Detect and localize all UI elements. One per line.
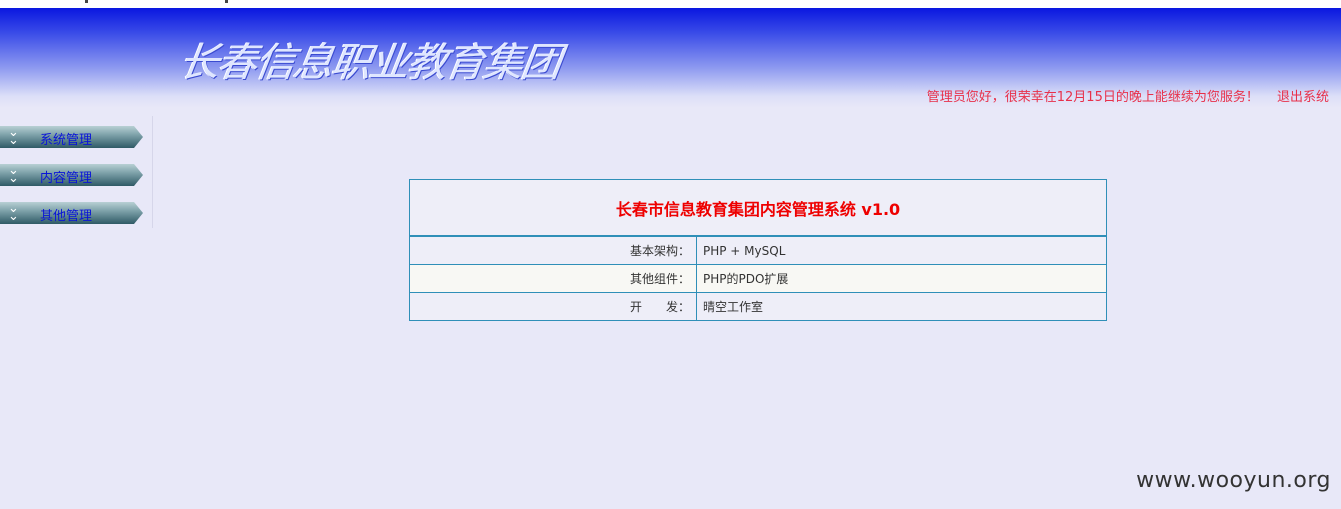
welcome-message: 管理员您好，很荣幸在12月15日的晚上能继续为您服务！ — [926, 90, 1259, 105]
info-value: 晴空工作室 — [697, 292, 1106, 320]
site-logo: 长春信息职业教育集团 — [176, 40, 563, 86]
info-key: 基本架构： — [410, 236, 697, 264]
strip-mark — [85, 0, 88, 3]
sidebar-item-label: 其他管理 — [40, 209, 93, 224]
double-chevron-down-icon: ⌄ ⌄ — [8, 201, 19, 224]
strip-mark — [225, 0, 228, 3]
info-value: PHP的PDO扩展 — [697, 264, 1106, 292]
double-chevron-down-icon: ⌄ ⌄ — [8, 163, 19, 186]
system-title: 长春市信息教育集团内容管理系统 v1.0 — [410, 180, 1106, 236]
sidebar-item-label: 内容管理 — [40, 171, 93, 186]
system-info-table: 长春市信息教育集团内容管理系统 v1.0 基本架构： PHP + MySQL 其… — [409, 179, 1107, 321]
welcome-bar: 管理员您好，很荣幸在12月15日的晚上能继续为您服务！ 退出系统 — [927, 86, 1329, 105]
header-banner: 长春信息职业教育集团 管理员您好，很荣幸在12月15日的晚上能继续为您服务！ 退… — [0, 8, 1341, 108]
sidebar-item-other[interactable]: ⌄ ⌄ 其他管理 — [0, 202, 143, 224]
sidebar-item-content[interactable]: ⌄ ⌄ 内容管理 — [0, 164, 143, 186]
logout-link[interactable]: 退出系统 — [1277, 90, 1329, 105]
table-row: 其他组件： PHP的PDO扩展 — [410, 264, 1106, 292]
info-key: 其他组件： — [410, 264, 697, 292]
top-strip — [0, 0, 1341, 8]
sidebar-item-system[interactable]: ⌄ ⌄ 系统管理 — [0, 126, 143, 148]
watermark: www.wooyun.org — [1136, 468, 1331, 493]
double-chevron-down-icon: ⌄ ⌄ — [8, 125, 19, 148]
table-row: 开 发： 晴空工作室 — [410, 292, 1106, 320]
sidebar-item-label: 系统管理 — [40, 133, 93, 148]
table-row: 基本架构： PHP + MySQL — [410, 236, 1106, 264]
sidebar: ⌄ ⌄ 系统管理 ⌄ ⌄ 内容管理 ⌄ ⌄ 其他管理 — [0, 116, 153, 228]
info-value: PHP + MySQL — [697, 236, 1106, 264]
info-key: 开 发： — [410, 292, 697, 320]
